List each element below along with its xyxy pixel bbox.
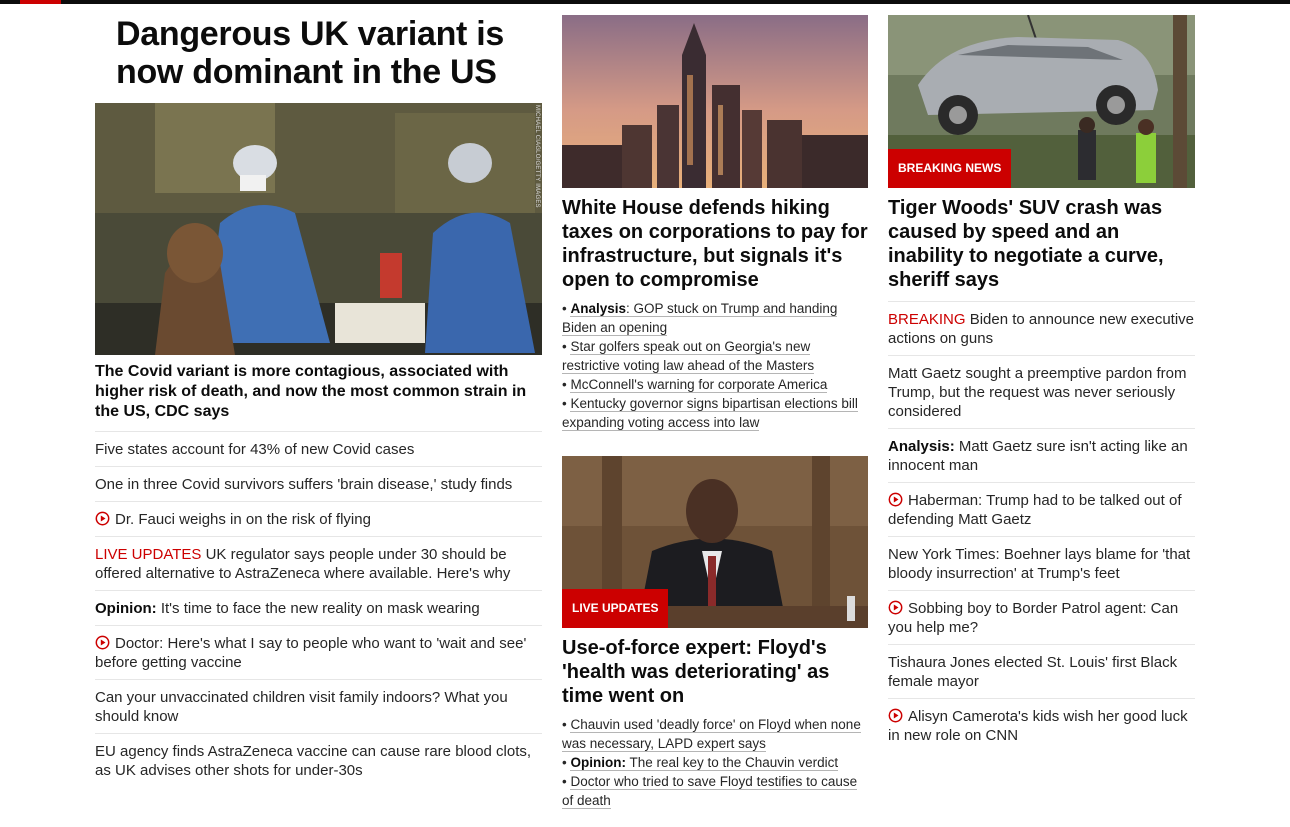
label-bold: Opinion: — [95, 600, 157, 617]
bullet-link-text: Kentucky governor signs bipartisan elect… — [562, 396, 858, 431]
list-item[interactable]: Doctor: Here's what I say to people who … — [95, 626, 542, 680]
story3-headline[interactable]: Tiger Woods' SUV crash was caused by spe… — [888, 196, 1195, 292]
center-column: White House defends hiking taxes on corp… — [562, 15, 868, 810]
bullet-link[interactable]: • Opinion: The real key to the Chauvin v… — [562, 753, 868, 772]
story2-headline[interactable]: Use-of-force expert: Floyd's 'health was… — [562, 636, 868, 708]
brand-accent — [20, 0, 61, 4]
list-item-text: Matt Gaetz sought a preemptive pardon fr… — [888, 365, 1187, 420]
list-item[interactable]: Sobbing boy to Border Patrol agent: Can … — [888, 591, 1195, 645]
bullet-link-text: Opinion: The real key to the Chauvin ver… — [570, 755, 839, 771]
bullet-link-text: Analysis: GOP stuck on Trump and handing… — [562, 301, 838, 336]
bullet-link[interactable]: • Doctor who tried to save Floyd testifi… — [562, 772, 868, 810]
lead-story-list: Five states account for 43% of new Covid… — [95, 432, 542, 787]
bullet-text: Star golfers speak out on Georgia's new … — [562, 339, 815, 373]
play-icon — [888, 708, 903, 723]
list-item-text: New York Times: Boehner lays blame for '… — [888, 546, 1191, 582]
bullet-link-text: Star golfers speak out on Georgia's new … — [562, 339, 815, 374]
live-label: LIVE UPDATES — [95, 546, 202, 563]
bullet-link[interactable]: • McConnell's warning for corporate Amer… — [562, 375, 868, 394]
list-item[interactable]: Alisyn Camerota's kids wish her good luc… — [888, 699, 1195, 752]
bullet-link[interactable]: • Analysis: GOP stuck on Trump and handi… — [562, 299, 868, 337]
story3-story-list: BREAKING Biden to announce new executive… — [888, 301, 1195, 752]
list-item-text: Tishaura Jones elected St. Louis' first … — [888, 654, 1178, 690]
bullet-text: Chauvin used 'deadly force' on Floyd whe… — [562, 717, 861, 751]
covid-testing-photo — [95, 103, 542, 355]
bullet-link[interactable]: • Chauvin used 'deadly force' on Floyd w… — [562, 715, 868, 753]
list-item-text: Five states account for 43% of new Covid… — [95, 441, 415, 458]
list-item[interactable]: One in three Covid survivors suffers 'br… — [95, 467, 542, 502]
trial-photo[interactable]: LIVE UPDATES — [562, 456, 868, 628]
bullet-text: Doctor who tried to save Floyd testifies… — [562, 774, 858, 808]
breaking-news-tag: BREAKING NEWS — [888, 149, 1012, 188]
label-bold: Opinion: — [570, 755, 626, 770]
city-skyline-image — [562, 15, 868, 188]
story1-bullets: • Analysis: GOP stuck on Trump and handi… — [562, 299, 868, 432]
list-item[interactable]: Analysis: Matt Gaetz sure isn't acting l… — [888, 429, 1195, 483]
list-item-text: Haberman: Trump had to be talked out of … — [888, 492, 1182, 528]
bullet-link-text: McConnell's warning for corporate Americ… — [570, 377, 828, 393]
photo-credit: MICHAEL CIAGLO/GETTY IMAGES — [534, 105, 540, 208]
bullet-link-text: Chauvin used 'deadly force' on Floyd whe… — [562, 717, 861, 752]
play-icon — [95, 635, 110, 650]
bullet-text: The real key to the Chauvin verdict — [625, 755, 839, 770]
list-item[interactable]: EU agency finds AstraZeneca vaccine can … — [95, 734, 542, 787]
label-bold: Analysis — [570, 301, 627, 316]
list-item-text: Alisyn Camerota's kids wish her good luc… — [888, 708, 1188, 744]
list-item[interactable]: Can your unvaccinated children visit fam… — [95, 680, 542, 734]
lead-headline[interactable]: Dangerous UK variant is now dominant in … — [95, 15, 542, 103]
story1-headline[interactable]: White House defends hiking taxes on corp… — [562, 196, 868, 292]
list-item-text: It's time to face the new reality on mas… — [156, 600, 480, 617]
live-updates-tag: LIVE UPDATES — [562, 589, 669, 628]
lead-subheadline[interactable]: The Covid variant is more contagious, as… — [95, 362, 542, 432]
top-bar — [0, 0, 1290, 4]
bullet-link-text: Doctor who tried to save Floyd testifies… — [562, 774, 858, 809]
list-item-text: Can your unvaccinated children visit fam… — [95, 689, 508, 725]
label-bold: Analysis: — [888, 438, 955, 455]
list-item[interactable]: Dr. Fauci weighs in on the risk of flyin… — [95, 502, 542, 537]
bullet-link[interactable]: • Kentucky governor signs bipartisan ele… — [562, 394, 868, 432]
bullet-text: Kentucky governor signs bipartisan elect… — [562, 396, 858, 430]
lead-column: Dangerous UK variant is now dominant in … — [95, 15, 542, 787]
list-item-text: One in three Covid survivors suffers 'br… — [95, 476, 513, 493]
list-item[interactable]: Haberman: Trump had to be talked out of … — [888, 483, 1195, 537]
crash-photo[interactable]: BREAKING NEWS — [888, 15, 1195, 188]
list-item-text: Doctor: Here's what I say to people who … — [95, 635, 527, 671]
lead-photo[interactable]: MICHAEL CIAGLO/GETTY IMAGES — [95, 103, 542, 355]
story2-bullets: • Chauvin used 'deadly force' on Floyd w… — [562, 715, 868, 810]
skyline-photo[interactable] — [562, 15, 868, 188]
list-item[interactable]: New York Times: Boehner lays blame for '… — [888, 537, 1195, 591]
live-label: BREAKING — [888, 311, 966, 328]
bullet-text: McConnell's warning for corporate Americ… — [570, 377, 828, 392]
list-item-text: Sobbing boy to Border Patrol agent: Can … — [888, 600, 1179, 636]
play-icon — [95, 511, 110, 526]
list-item[interactable]: Five states account for 43% of new Covid… — [95, 432, 542, 467]
list-item[interactable]: Matt Gaetz sought a preemptive pardon fr… — [888, 356, 1195, 429]
play-icon — [888, 600, 903, 615]
list-item[interactable]: LIVE UPDATES UK regulator says people un… — [95, 537, 542, 591]
list-item-text: Dr. Fauci weighs in on the risk of flyin… — [115, 511, 371, 528]
right-column: BREAKING NEWS Tiger Woods' SUV crash was… — [888, 15, 1195, 752]
play-icon — [888, 492, 903, 507]
bullet-link[interactable]: • Star golfers speak out on Georgia's ne… — [562, 337, 868, 375]
list-item[interactable]: BREAKING Biden to announce new executive… — [888, 302, 1195, 356]
list-item-text: EU agency finds AstraZeneca vaccine can … — [95, 743, 532, 779]
list-item[interactable]: Opinion: It's time to face the new reali… — [95, 591, 542, 626]
list-item[interactable]: Tishaura Jones elected St. Louis' first … — [888, 645, 1195, 699]
